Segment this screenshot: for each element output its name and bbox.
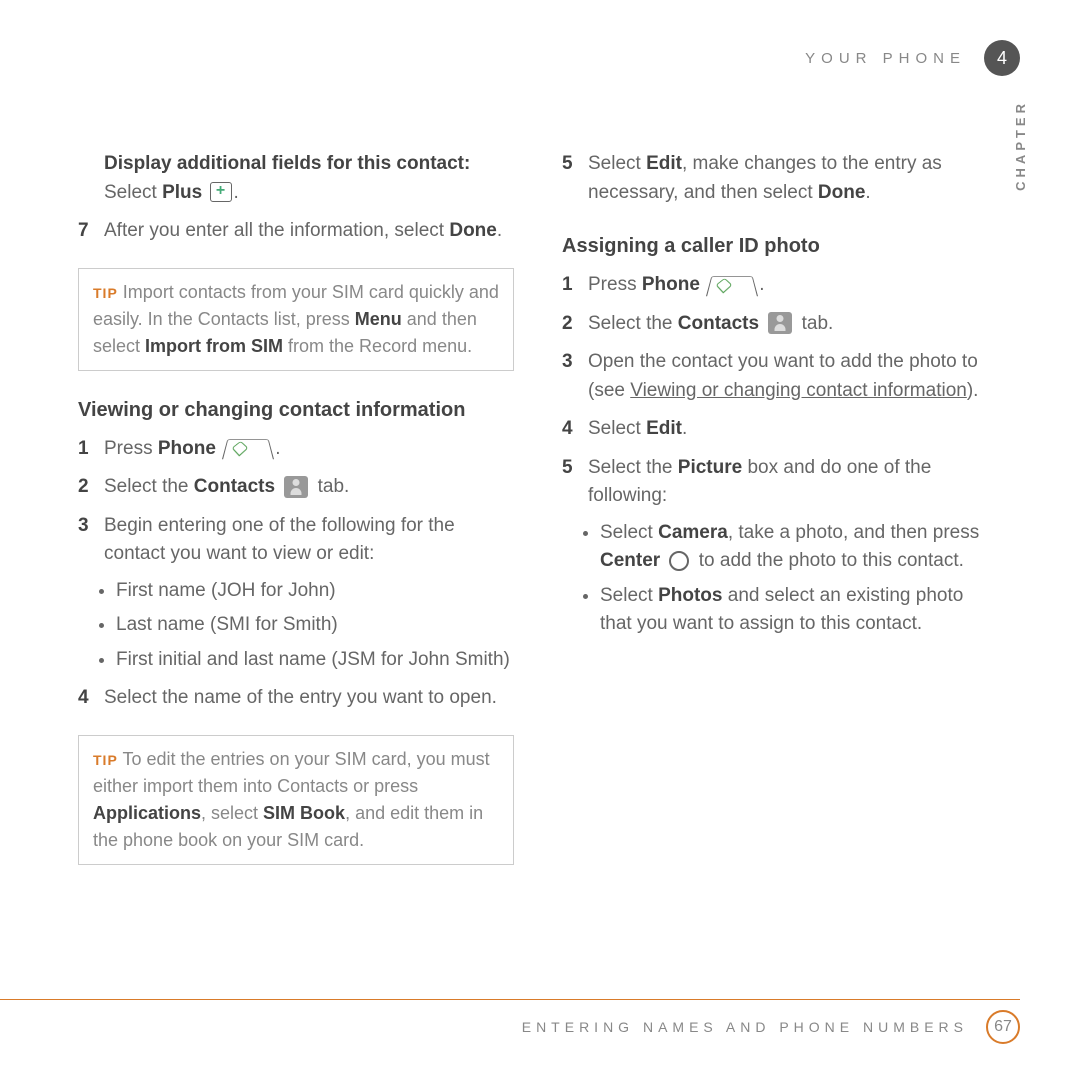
list-item: Select Photos and select an existing pho… — [600, 582, 998, 639]
tip-label: TIP — [93, 285, 118, 301]
step-7: 7 After you enter all the information, s… — [78, 217, 514, 246]
list-item: First initial and last name (JSM for Joh… — [116, 646, 514, 675]
view-step-5: 5 Select Edit, make changes to the entry… — [562, 150, 998, 207]
contacts-tab-icon — [768, 312, 792, 334]
header-section: YOUR PHONE — [805, 50, 966, 67]
heading-viewing-contact: Viewing or changing contact information — [78, 395, 514, 425]
assign-step-2: 2 Select the Contacts tab. — [562, 310, 998, 339]
link-viewing-contact[interactable]: Viewing or changing contact information — [630, 380, 967, 401]
chapter-number-badge: 4 — [984, 40, 1020, 76]
heading-caller-id: Assigning a caller ID photo — [562, 231, 998, 261]
assign-step-4: 4 Select Edit. — [562, 415, 998, 444]
tip-import-contacts: TIP Import contacts from your SIM card q… — [78, 268, 514, 371]
view-step-4: 4 Select the name of the entry you want … — [78, 684, 514, 713]
plus-icon — [210, 182, 232, 202]
list-item: Last name (SMI for Smith) — [116, 611, 514, 640]
footer-rule — [0, 999, 1020, 1000]
list-item: First name (JOH for John) — [116, 577, 514, 606]
view-step-1: 1 Press Phone . — [78, 435, 514, 464]
picture-options-bullets: Select Camera, take a photo, and then pr… — [562, 519, 998, 639]
phone-key-icon — [706, 276, 758, 296]
center-button-icon — [669, 551, 689, 571]
page-footer: ENTERING NAMES AND PHONE NUMBERS 67 — [0, 999, 1080, 1044]
assign-step-5: 5 Select the Picture box and do one of t… — [562, 454, 998, 511]
contacts-tab-icon — [284, 476, 308, 498]
list-item: Select Camera, take a photo, and then pr… — [600, 519, 998, 576]
chapter-side-label: CHAPTER — [1013, 100, 1028, 191]
view-step-3: 3 Begin entering one of the following fo… — [78, 512, 514, 569]
page-header: YOUR PHONE 4 — [805, 40, 1020, 76]
page-number-badge: 67 — [986, 1010, 1020, 1044]
footer-section-title: ENTERING NAMES AND PHONE NUMBERS — [522, 1019, 968, 1035]
content-columns: Display additional fields for this conta… — [78, 150, 998, 887]
view-step-2: 2 Select the Contacts tab. — [78, 473, 514, 502]
name-entry-bullets: First name (JOH for John) Last name (SMI… — [78, 577, 514, 675]
assign-step-3: 3 Open the contact you want to add the p… — [562, 348, 998, 405]
tip-label: TIP — [93, 752, 118, 768]
tip-edit-sim: TIP To edit the entries on your SIM card… — [78, 735, 514, 865]
right-column: 5 Select Edit, make changes to the entry… — [562, 150, 998, 887]
contact-fields-intro: Display additional fields for this conta… — [78, 150, 514, 207]
phone-key-icon — [222, 440, 274, 460]
assign-step-1: 1 Press Phone . — [562, 271, 998, 300]
left-column: Display additional fields for this conta… — [78, 150, 514, 887]
